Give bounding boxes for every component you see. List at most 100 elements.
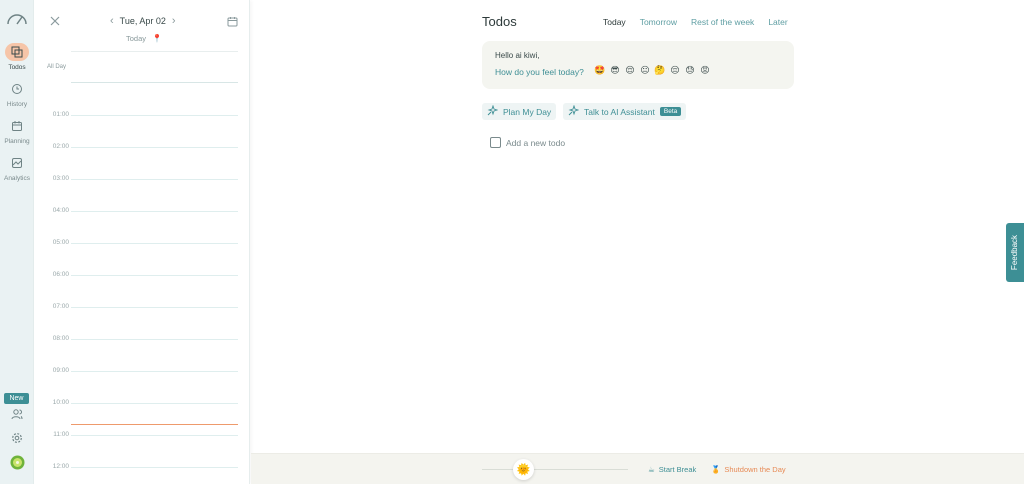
tab-tomorrow[interactable]: Tomorrow — [640, 17, 677, 27]
hour-line — [71, 179, 238, 180]
coffee-icon: ☕ — [648, 465, 655, 474]
sidebar-item-label: History — [6, 101, 28, 108]
hour-row[interactable]: 01:00 — [34, 111, 250, 118]
hour-row[interactable]: 09:00 — [34, 367, 250, 374]
mood-emoji-button[interactable]: 🤩 — [594, 65, 606, 76]
sidebar-item-analytics[interactable]: Analytics — [0, 154, 34, 182]
close-calendar-button[interactable] — [49, 14, 61, 26]
mood-emoji-button[interactable]: 😓 — [684, 65, 696, 76]
tab-today[interactable]: Today — [603, 17, 626, 27]
greeting-card: Hello ai kiwi, How do you feel today? 🤩 … — [482, 41, 794, 89]
chevron-right-icon[interactable]: › — [172, 15, 176, 27]
users-icon — [11, 407, 23, 425]
ai-assistant-button[interactable]: Talk to AI Assistant Beta — [563, 103, 687, 120]
team-button[interactable] — [0, 407, 34, 425]
tab-later[interactable]: Later — [768, 17, 787, 27]
shutdown-label: Shutdown the Day — [724, 465, 786, 474]
hour-row[interactable]: 04:00 — [34, 207, 250, 214]
hour-row[interactable]: 05:00 — [34, 239, 250, 246]
hour-row[interactable]: 08:00 — [34, 335, 250, 342]
feedback-label: Feedback — [1010, 234, 1020, 271]
feedback-tab[interactable]: Feedback — [1006, 223, 1024, 282]
analytics-icon — [5, 154, 29, 172]
todos-icon — [5, 43, 29, 61]
hour-line — [71, 147, 238, 148]
add-todo-placeholder: Add a new todo — [506, 137, 566, 148]
start-break-button[interactable]: ☕ Start Break — [648, 465, 696, 474]
hour-row[interactable]: 11:00 — [34, 431, 250, 438]
hour-line — [71, 243, 238, 244]
plan-my-day-button[interactable]: Plan My Day — [482, 103, 557, 120]
day-progress-knob[interactable]: 🌞 — [513, 459, 534, 480]
beta-badge: Beta — [659, 107, 682, 116]
ai-assistant-label: Talk to AI Assistant — [584, 106, 655, 117]
hour-row[interactable]: 12:00 — [34, 463, 250, 470]
new-badge: New — [4, 393, 29, 404]
hour-row[interactable]: 07:00 — [34, 303, 250, 310]
start-break-label: Start Break — [658, 465, 697, 474]
day-calendar-panel: ‹ Tue, Apr 02 › Today 📍 All Day 01:00 02:… — [34, 0, 250, 484]
add-todo-input[interactable]: Add a new todo — [490, 137, 565, 148]
sidebar-item-planning[interactable]: Planning — [0, 117, 34, 145]
bottom-bar: 🌞 ☕ Start Break 🏅 Shutdown the Day — [251, 453, 1024, 484]
all-day-slot[interactable] — [71, 82, 238, 83]
hour-line — [71, 403, 238, 404]
close-icon — [50, 16, 60, 26]
kiwi-avatar-icon — [10, 455, 25, 475]
hour-line — [71, 115, 238, 116]
today-indicator[interactable]: Today 📍 — [126, 34, 162, 43]
sidebar-item-history[interactable]: History — [0, 80, 34, 108]
hour-label: 05:00 — [52, 239, 69, 246]
sidebar: Todos History Planning Analytics New — [0, 0, 34, 484]
hour-label: 06:00 — [52, 271, 69, 278]
current-time-indicator — [71, 424, 238, 425]
calendar-picker-button[interactable] — [227, 14, 238, 32]
hour-label: 07:00 — [52, 303, 69, 310]
date-navigator: ‹ Tue, Apr 02 › — [110, 14, 176, 28]
mood-emoji-button[interactable]: 😐 — [639, 65, 651, 76]
greeting-text: Hello ai kiwi, — [495, 51, 540, 60]
pin-icon: 📍 — [152, 34, 162, 43]
hour-row[interactable]: 06:00 — [34, 271, 250, 278]
hour-label: 08:00 — [52, 335, 69, 342]
hour-label: 11:00 — [53, 431, 69, 438]
chevron-left-icon[interactable]: ‹ — [110, 15, 114, 27]
hour-line — [71, 339, 238, 340]
planning-icon — [5, 117, 29, 135]
hour-line — [71, 211, 238, 212]
hour-label: 12:00 — [52, 463, 69, 470]
mood-emoji-button[interactable]: 😎 — [609, 65, 621, 76]
hour-label: 02:00 — [52, 143, 69, 150]
hour-label: 10:00 — [52, 399, 69, 406]
sidebar-item-todos[interactable]: Todos — [0, 43, 34, 71]
hour-line — [71, 435, 238, 436]
sparkle-icon — [568, 104, 580, 118]
sun-icon: 🌞 — [516, 464, 531, 476]
mood-emoji-button[interactable]: 🤔 — [654, 65, 666, 76]
hour-row[interactable]: 10:00 — [34, 399, 250, 406]
mood-emoji-button[interactable]: 😡 — [699, 65, 711, 76]
hour-label: 09:00 — [52, 367, 69, 374]
day-progress-track[interactable] — [482, 469, 628, 470]
gear-icon — [11, 431, 23, 449]
history-icon — [5, 80, 29, 98]
plan-my-day-label: Plan My Day — [503, 106, 552, 117]
app-logo[interactable] — [6, 12, 28, 26]
todo-checkbox[interactable] — [490, 137, 501, 148]
hour-line — [71, 371, 238, 372]
settings-button[interactable] — [0, 431, 34, 449]
hour-row[interactable]: 03:00 — [34, 175, 250, 182]
medal-icon: 🏅 — [711, 465, 721, 474]
hour-line — [71, 467, 238, 468]
current-date: Tue, Apr 02 — [119, 16, 166, 26]
mood-emoji-button[interactable]: 😌 — [624, 65, 636, 76]
shutdown-day-button[interactable]: 🏅 Shutdown the Day — [711, 465, 786, 474]
tab-rest-of-week[interactable]: Rest of the week — [691, 17, 754, 27]
mood-emoji-button[interactable]: 😔 — [669, 65, 681, 76]
hour-label: 04:00 — [52, 207, 69, 214]
all-day-label: All Day — [47, 64, 67, 70]
hour-row[interactable]: 02:00 — [34, 143, 250, 150]
today-label: Today — [126, 34, 147, 43]
avatar[interactable] — [0, 455, 34, 475]
divider — [71, 51, 238, 52]
